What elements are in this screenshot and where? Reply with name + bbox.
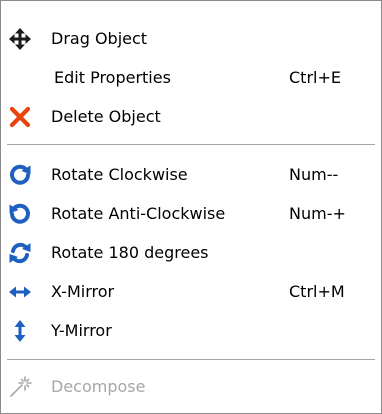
decompose-wand-icon	[8, 375, 32, 399]
menu-item-shortcut: Ctrl+M	[289, 282, 345, 301]
menu-item-label: Rotate Anti-Clockwise	[51, 204, 226, 223]
menu-item-y-mirror[interactable]: Y-Mirror	[2, 313, 380, 349]
rotate-anticlockwise-icon	[8, 202, 32, 226]
menu-item-rotate-180[interactable]: Rotate 180 degrees	[2, 235, 380, 271]
menu-item-label: Edit Properties	[54, 68, 171, 87]
menu-item-rotate-anticlockwise[interactable]: Rotate Anti-Clockwise Num-+	[2, 196, 380, 232]
menu-item-drag-object[interactable]: Drag Object	[2, 21, 380, 57]
move-arrows-icon	[8, 27, 32, 51]
menu-separator	[7, 359, 375, 363]
menu-item-shortcut: Num-+	[289, 204, 346, 223]
horizontal-mirror-arrows-icon	[8, 280, 32, 304]
menu-item-label: Decompose	[51, 377, 146, 396]
menu-item-label: Y-Mirror	[51, 321, 112, 340]
menu-item-rotate-clockwise[interactable]: Rotate Clockwise Num--	[2, 157, 380, 193]
menu-item-shortcut: Num--	[289, 165, 339, 184]
menu-item-decompose[interactable]: Decompose	[2, 369, 380, 405]
menu-item-label: Rotate Clockwise	[51, 165, 188, 184]
menu-item-label: Rotate 180 degrees	[51, 243, 209, 262]
menu-item-label: Delete Object	[51, 107, 161, 126]
context-menu: Drag Object Edit Properties Ctrl+E Delet…	[0, 0, 382, 414]
menu-item-x-mirror[interactable]: X-Mirror Ctrl+M	[2, 274, 380, 310]
vertical-mirror-arrows-icon	[8, 319, 32, 343]
rotate-180-icon	[8, 241, 32, 265]
menu-item-edit-properties[interactable]: Edit Properties Ctrl+E	[2, 60, 380, 96]
menu-item-label: Drag Object	[51, 29, 148, 48]
delete-x-icon	[8, 105, 32, 129]
menu-item-delete-object[interactable]: Delete Object	[2, 99, 380, 135]
menu-item-shortcut: Ctrl+E	[289, 68, 341, 87]
menu-item-label: X-Mirror	[51, 282, 115, 301]
menu-separator	[7, 144, 375, 148]
rotate-clockwise-icon	[8, 163, 32, 187]
